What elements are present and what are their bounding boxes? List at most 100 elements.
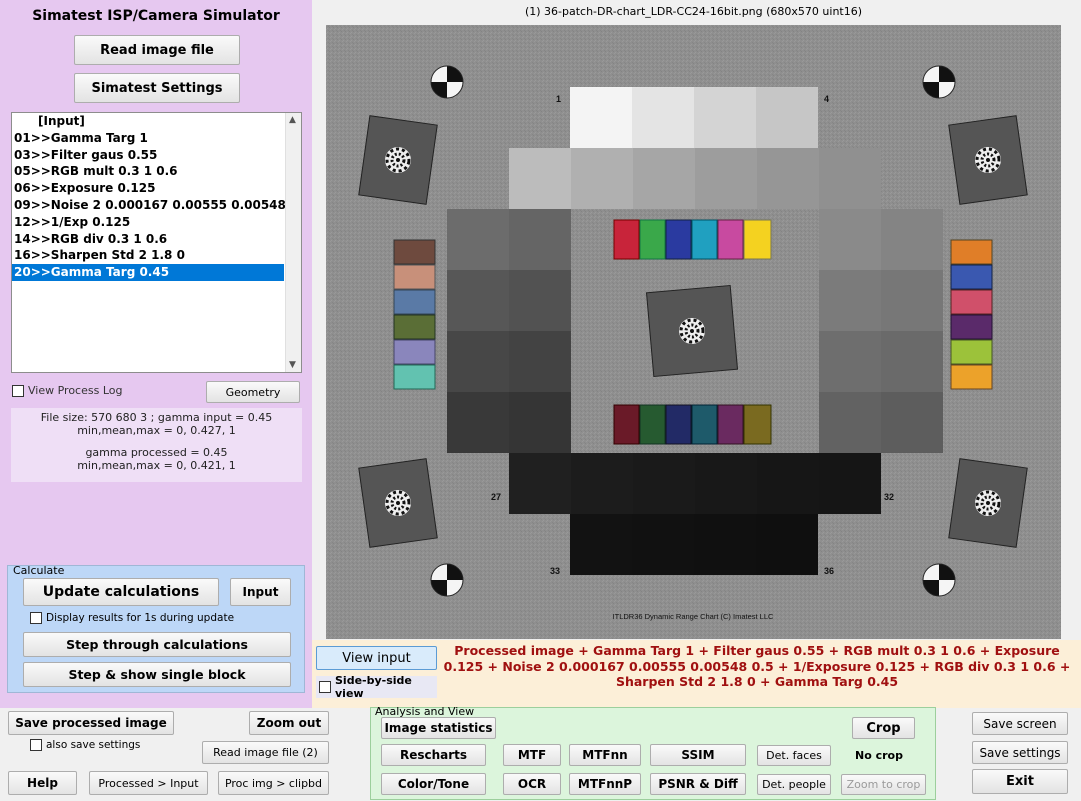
side-by-side-checkbox[interactable]: Side-by-side view — [316, 674, 437, 700]
view-process-log-checkbox[interactable]: View Process Log — [12, 384, 122, 397]
chart-patch — [509, 270, 571, 331]
checkbox-icon[interactable] — [30, 612, 42, 624]
mtfnnp-button[interactable]: MTFnnP — [569, 773, 641, 795]
chart-patch — [881, 209, 943, 270]
color-patch — [717, 219, 744, 260]
mtf-button[interactable]: MTF — [503, 744, 561, 766]
detect-people-button[interactable]: Det. people — [757, 774, 831, 795]
color-patch — [950, 239, 993, 265]
no-crop-status: No crop — [855, 749, 903, 762]
color-tone-button[interactable]: Color/Tone — [381, 773, 486, 795]
zoom-out-button[interactable]: Zoom out — [249, 711, 329, 735]
chart-patch — [447, 331, 509, 392]
process-list-item[interactable]: 06>>Exposure 0.125 — [12, 180, 301, 197]
registration-mark — [430, 563, 464, 597]
chart-patch — [819, 392, 881, 453]
crop-button[interactable]: Crop — [852, 717, 915, 739]
chart-patch — [632, 514, 694, 575]
psnr-diff-button[interactable]: PSNR & Diff — [650, 773, 746, 795]
checkbox-icon[interactable] — [30, 739, 42, 751]
color-patch — [691, 404, 718, 445]
ocr-button[interactable]: OCR — [503, 773, 561, 795]
step-show-single-button[interactable]: Step & show single block — [23, 662, 291, 687]
chart-patch — [695, 453, 757, 514]
color-patch — [950, 339, 993, 365]
slanted-edge-square — [948, 115, 1028, 205]
process-list-item[interactable]: 09>>Noise 2 0.000167 0.00555 0.00548 0.5 — [12, 197, 301, 214]
rescharts-button[interactable]: Rescharts — [381, 744, 486, 766]
chart-patch — [881, 392, 943, 453]
chart-patch — [447, 209, 509, 270]
process-list-header[interactable]: [Input] — [12, 113, 301, 130]
chart-patch — [819, 453, 881, 514]
slanted-edge-square — [358, 115, 438, 205]
exit-button[interactable]: Exit — [972, 769, 1068, 794]
save-settings-button[interactable]: Save settings — [972, 741, 1068, 764]
process-list-scrollbar[interactable]: ▲ ▼ — [285, 113, 301, 372]
color-patch — [613, 404, 640, 445]
slanted-edge-square — [948, 458, 1028, 548]
save-screen-button[interactable]: Save screen — [972, 712, 1068, 735]
processed-to-input-button[interactable]: Processed > Input — [89, 771, 208, 795]
app-title: Simatest ISP/Camera Simulator — [32, 8, 280, 24]
scroll-down-icon[interactable]: ▼ — [289, 360, 296, 370]
chart-patch — [757, 148, 819, 209]
patch-label: 27 — [491, 492, 501, 502]
save-processed-image-button[interactable]: Save processed image — [8, 711, 174, 735]
chart-patch — [509, 392, 571, 453]
input-stats-line: min,mean,max = 0, 0.427, 1 — [77, 423, 236, 437]
patch-label: 1 — [556, 94, 561, 104]
update-calculations-button[interactable]: Update calculations — [23, 578, 219, 606]
also-save-settings-checkbox[interactable]: also save settings — [30, 739, 140, 751]
color-patch — [393, 289, 436, 315]
help-button[interactable]: Help — [8, 771, 77, 795]
image-statistics-button[interactable]: Image statistics — [381, 717, 496, 739]
proc-img-clipbd-button[interactable]: Proc img > clipbd — [218, 771, 329, 795]
color-patch — [393, 264, 436, 290]
file-info-box: File size: 570 680 3 ; gamma input = 0.4… — [11, 408, 302, 482]
scroll-up-icon[interactable]: ▲ — [289, 115, 296, 125]
chart-footer: ITLDR36 Dynamic Range Chart (C) Imatest … — [613, 612, 774, 621]
process-list-item-selected[interactable]: 20>>Gamma Targ 0.45 — [12, 264, 284, 281]
chart-patch — [819, 270, 881, 331]
read-image-button[interactable]: Read image file — [74, 35, 240, 65]
process-list-item[interactable]: 12>>1/Exp 0.125 — [12, 214, 301, 231]
display-results-label: Display results for 1s during update — [46, 612, 235, 624]
ssim-button[interactable]: SSIM — [650, 744, 746, 766]
input-button[interactable]: Input — [230, 578, 291, 606]
analysis-group: Analysis and View Image statistics Crop … — [370, 705, 936, 800]
color-patch — [691, 219, 718, 260]
geometry-button[interactable]: Geometry — [206, 381, 300, 403]
color-patch — [393, 314, 436, 340]
slanted-edge-square — [358, 458, 438, 548]
checkbox-icon[interactable] — [319, 681, 331, 693]
processed-stats-line: min,mean,max = 0, 0.421, 1 — [77, 458, 236, 472]
view-process-log-label: View Process Log — [28, 384, 123, 397]
chart-patch — [570, 87, 632, 148]
process-list-item[interactable]: 14>>RGB div 0.3 1 0.6 — [12, 231, 301, 248]
color-patch — [717, 404, 744, 445]
detect-faces-button[interactable]: Det. faces — [757, 745, 831, 766]
chart-patch — [632, 87, 694, 148]
zoom-to-crop-button[interactable]: Zoom to crop — [841, 774, 926, 795]
step-through-button[interactable]: Step through calculations — [23, 632, 291, 657]
chart-patch — [509, 453, 571, 514]
display-results-checkbox[interactable]: Display results for 1s during update — [30, 612, 234, 624]
file-info-line: File size: 570 680 3 ; gamma input = 0.4… — [40, 411, 273, 424]
color-patch — [950, 289, 993, 315]
process-list-item[interactable]: 01>>Gamma Targ 1 — [12, 130, 301, 147]
simatest-settings-button[interactable]: Simatest Settings — [74, 73, 240, 103]
process-list-item[interactable]: 05>>RGB mult 0.3 1 0.6 — [12, 163, 301, 180]
patch-label: 4 — [824, 94, 829, 104]
view-input-button[interactable]: View input — [316, 646, 437, 670]
mtfnn-button[interactable]: MTFnn — [569, 744, 641, 766]
read-image-file-2-button[interactable]: Read image file (2) — [202, 741, 329, 764]
process-list-item[interactable]: 16>>Sharpen Std 2 1.8 0 — [12, 247, 301, 264]
process-list-item[interactable]: 03>>Filter gaus 0.55 — [12, 147, 301, 164]
chart-patch — [756, 87, 818, 148]
chart-patch — [571, 148, 633, 209]
process-list[interactable]: [Input] 01>>Gamma Targ 1 03>>Filter gaus… — [11, 112, 302, 373]
image-display[interactable]: 1 4 27 32 33 36 ITLDR36 Dynamic Range Ch… — [326, 25, 1061, 639]
registration-mark — [430, 65, 464, 99]
checkbox-icon[interactable] — [12, 384, 24, 397]
